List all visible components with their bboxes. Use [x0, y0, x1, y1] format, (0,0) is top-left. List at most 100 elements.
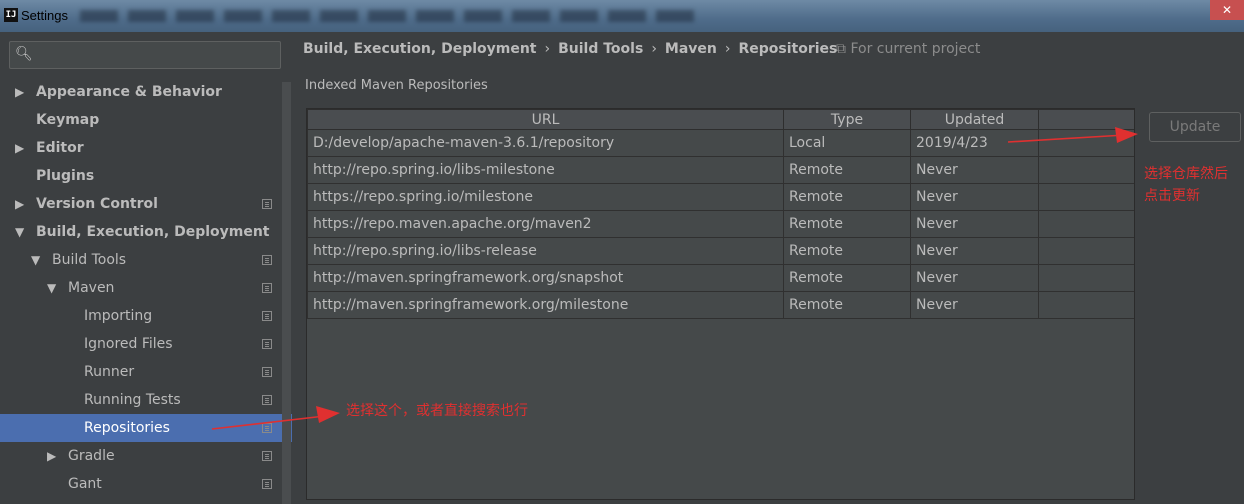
table-row[interactable]: http://maven.springframework.org/milesto…: [307, 291, 1134, 319]
expand-right-icon[interactable]: ▶: [15, 134, 24, 162]
sidebar-item[interactable]: ▶ Appearance & Behavior: [0, 78, 292, 106]
expand-right-icon[interactable]: ▶: [15, 190, 24, 218]
blurred-menubar: [80, 10, 700, 22]
annotation-note: 点击更新: [1144, 188, 1200, 204]
settings-main-panel: Build, Execution, Deployment › Build Tools…: [292, 32, 1244, 504]
type-cell: Remote: [783, 156, 911, 184]
sidebar-item[interactable]: Ignored Files: [0, 330, 292, 358]
column-header-type[interactable]: Type: [783, 109, 911, 130]
sidebar-item[interactable]: Keymap: [0, 106, 292, 134]
breadcrumb-item: Maven: [664, 41, 717, 57]
sidebar-item[interactable]: Plugins: [0, 162, 292, 190]
breadcrumb-item: Build Tools: [558, 41, 644, 57]
breadcrumb-item: Build, Execution, Deployment: [303, 41, 537, 57]
sidebar-item[interactable]: Gant: [0, 470, 292, 498]
extra-cell: [1038, 210, 1134, 238]
sidebar-item[interactable]: ▼ Maven: [0, 274, 292, 302]
sidebar-item[interactable]: ▶ Editor: [0, 134, 292, 162]
project-settings-icon: [262, 367, 272, 377]
section-title: Indexed Maven Repositories: [305, 78, 488, 93]
sidebar-item[interactable]: Repositories: [0, 414, 292, 442]
url-cell: https://repo.spring.io/milestone: [307, 183, 784, 211]
table-row[interactable]: http://repo.spring.io/libs-milestone Remo…: [307, 156, 1134, 184]
sidebar-item-label: Ignored Files: [84, 336, 173, 352]
search-icon: 🔍︎: [15, 46, 33, 62]
updated-cell: Never: [910, 156, 1039, 184]
breadcrumb: Build, Execution, Deployment › Build Tools…: [303, 41, 837, 57]
update-button[interactable]: Update: [1149, 112, 1241, 142]
annotation-note: 选择这个，或者直接搜索也行: [346, 403, 528, 419]
project-settings-icon: [262, 395, 272, 405]
breadcrumb-separator: ›: [724, 41, 731, 57]
breadcrumb-separator: ›: [544, 41, 551, 57]
sidebar-item[interactable]: ▶ Gradle: [0, 442, 292, 470]
sidebar-item[interactable]: Runner: [0, 358, 292, 386]
updated-cell: Never: [910, 210, 1039, 238]
table-row[interactable]: https://repo.maven.apache.org/maven2 Remo…: [307, 210, 1134, 238]
project-settings-icon: [262, 451, 272, 461]
sidebar-item[interactable]: ▼ Build Tools: [0, 246, 292, 274]
type-cell: Remote: [783, 237, 911, 265]
expand-right-icon[interactable]: ▶: [15, 78, 24, 106]
project-scope-icon: ⧉: [836, 41, 846, 57]
extra-cell: [1038, 129, 1134, 157]
sidebar-item-label: Gradle: [68, 448, 115, 464]
updated-cell: Never: [910, 264, 1039, 292]
updated-cell: Never: [910, 183, 1039, 211]
extra-cell: [1038, 264, 1134, 292]
updated-cell: Never: [910, 291, 1039, 319]
url-cell: http://maven.springframework.org/milesto…: [307, 291, 784, 319]
sidebar-item[interactable]: Importing: [0, 302, 292, 330]
sidebar-item-label: Runner: [84, 364, 135, 380]
url-cell: https://repo.maven.apache.org/maven2: [307, 210, 784, 238]
column-header-extra: [1038, 109, 1134, 130]
project-settings-icon: [262, 311, 272, 321]
window-titlebar: IJ Settings ✕: [0, 0, 1244, 32]
expand-down-icon[interactable]: ▼: [47, 274, 56, 302]
type-cell: Remote: [783, 291, 911, 319]
sidebar-scrollbar[interactable]: [282, 82, 291, 504]
table-row[interactable]: https://repo.spring.io/milestone Remote Ne…: [307, 183, 1134, 211]
table-header-row: URL Type Updated: [307, 109, 1134, 130]
close-window-button[interactable]: ✕: [1210, 0, 1244, 20]
expand-down-icon[interactable]: ▼: [31, 246, 40, 274]
project-settings-icon: [262, 423, 272, 433]
url-cell: http://maven.springframework.org/snapsho…: [307, 264, 784, 292]
app-logo-icon: IJ: [4, 8, 18, 22]
url-cell: http://repo.spring.io/libs-release: [307, 237, 784, 265]
expand-down-icon[interactable]: ▼: [15, 218, 24, 246]
sidebar-item-label: Build, Execution, Deployment: [36, 224, 270, 240]
project-settings-icon: [262, 283, 272, 293]
sidebar-item[interactable]: ▼ Build, Execution, Deployment: [0, 218, 292, 246]
sidebar-item-label: Editor: [36, 140, 84, 156]
sidebar-item-label: Plugins: [36, 168, 95, 184]
column-header-updated[interactable]: Updated: [910, 109, 1039, 130]
sidebar-item-label: Maven: [68, 280, 115, 296]
table-row[interactable]: http://maven.springframework.org/snapsho…: [307, 264, 1134, 292]
updated-cell: Never: [910, 237, 1039, 265]
search-input[interactable]: [40, 44, 270, 66]
project-settings-icon: [262, 199, 272, 209]
updated-cell: 2019/4/23: [910, 129, 1039, 157]
column-header-url[interactable]: URL: [307, 109, 784, 130]
type-cell: Remote: [783, 183, 911, 211]
search-box[interactable]: 🔍︎: [9, 41, 281, 69]
sidebar-item-label: Appearance & Behavior: [36, 84, 222, 100]
extra-cell: [1038, 183, 1134, 211]
sidebar-item-label: Gant: [68, 476, 102, 492]
table-row[interactable]: http://repo.spring.io/libs-release Remote…: [307, 237, 1134, 265]
sidebar-item-label: Repositories: [84, 420, 170, 436]
url-cell: http://repo.spring.io/libs-milestone: [307, 156, 784, 184]
sidebar-item-label: Running Tests: [84, 392, 181, 408]
sidebar-item[interactable]: ▶ Version Control: [0, 190, 292, 218]
type-cell: Remote: [783, 264, 911, 292]
table-row[interactable]: D:/develop/apache-maven-3.6.1/repository…: [307, 129, 1134, 157]
annotation-note: 选择仓库然后: [1144, 166, 1228, 182]
window-title: Settings: [21, 8, 68, 23]
project-settings-icon: [262, 339, 272, 349]
extra-cell: [1038, 237, 1134, 265]
type-cell: Remote: [783, 210, 911, 238]
expand-right-icon[interactable]: ▶: [47, 442, 56, 470]
breadcrumb-separator: ›: [651, 41, 657, 57]
sidebar-item[interactable]: Running Tests: [0, 386, 292, 414]
